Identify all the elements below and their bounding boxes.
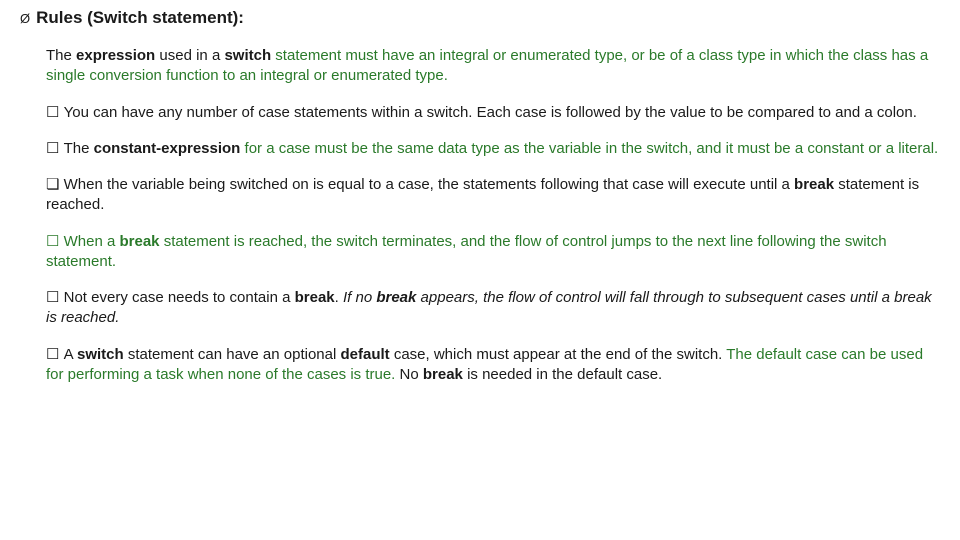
rule-item: ☐ When a break statement is reached, the… — [46, 232, 940, 273]
rule-keyword: default — [340, 346, 389, 363]
square-bullet-icon: ☐ — [46, 140, 64, 157]
rule-text: Not every case needs to contain a — [64, 289, 295, 306]
rule-keyword: break — [794, 176, 834, 193]
rule-item: The expression used in a switch statemen… — [46, 46, 940, 87]
rule-text: The — [64, 140, 94, 157]
rule-item: ❏ When the variable being switched on is… — [46, 175, 940, 216]
rule-keyword: break — [423, 366, 463, 383]
page-title: Rules (Switch statement): — [36, 8, 244, 28]
square-bullet-icon: ☐ — [46, 346, 64, 363]
rule-item: ☐ You can have any number of case statem… — [46, 103, 940, 123]
rule-item: ☐ Not every case needs to contain a brea… — [46, 288, 940, 329]
rule-text: case, which must appear at the end of th… — [390, 346, 727, 363]
rule-keyword: switch — [77, 346, 124, 363]
square-bullet-icon: ☐ — [46, 104, 64, 121]
rule-text: statement can have an optional — [124, 346, 341, 363]
rule-keyword: switch — [224, 47, 271, 64]
rules-list: The expression used in a switch statemen… — [20, 46, 940, 385]
square-bullet-icon: ☐ — [46, 233, 64, 250]
rule-text: When the variable being switched on is e… — [64, 176, 794, 193]
rule-keyword: break — [295, 289, 335, 306]
rule-item: ☐ The constant-expression for a case mus… — [46, 139, 940, 159]
rule-text: used in a — [155, 47, 224, 64]
square-bullet-icon: ☐ — [46, 289, 64, 306]
rule-text: When a — [64, 233, 120, 250]
chevron-right-icon: Ø — [20, 11, 30, 26]
square-bullet-icon: ❏ — [46, 176, 64, 193]
rule-text: for a case must be the same data type as… — [240, 140, 938, 157]
rule-keyword: expression — [76, 47, 155, 64]
rule-text: You can have any number of case statemen… — [64, 104, 917, 121]
rule-text: . — [335, 289, 343, 306]
rule-keyword: constant-expression — [94, 140, 241, 157]
rule-keyword: break — [376, 289, 416, 306]
rule-text: The — [46, 47, 76, 64]
rule-text: If no — [343, 289, 376, 306]
rule-text: A — [64, 346, 77, 363]
page: Ø Rules (Switch statement): The expressi… — [0, 0, 960, 421]
rule-text: statement is reached, the switch termina… — [46, 233, 887, 270]
rule-item: ☐ A switch statement can have an optiona… — [46, 345, 940, 386]
rule-keyword: break — [120, 233, 160, 250]
rule-text: is needed in the default case. — [463, 366, 662, 383]
rule-text: No — [395, 366, 423, 383]
heading-row: Ø Rules (Switch statement): — [20, 8, 940, 28]
